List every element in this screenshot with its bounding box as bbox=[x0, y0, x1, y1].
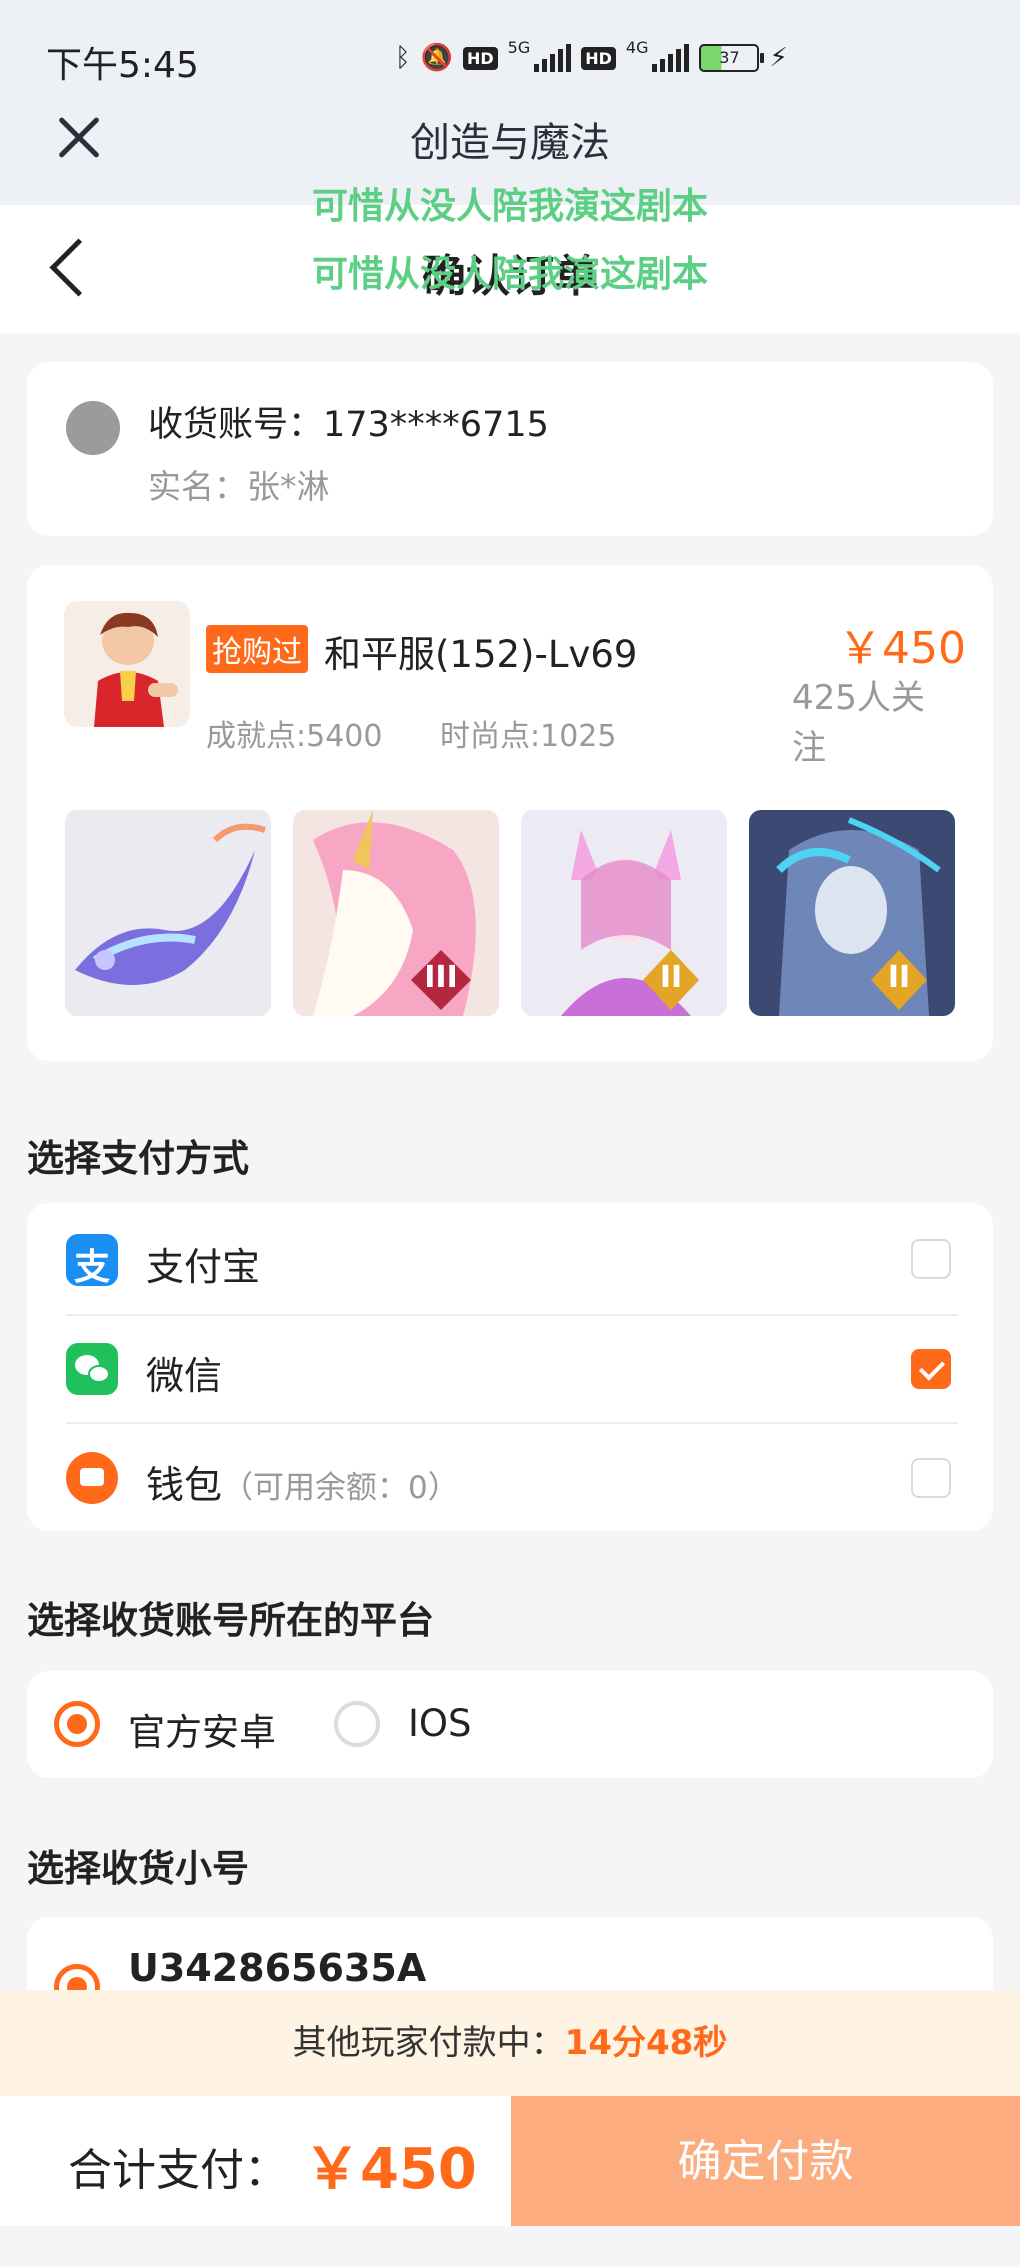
lyric-overlay-line: 可惜从没人陪我演这剧本 bbox=[311, 254, 708, 295]
platform-section-title: 选择收货账号所在的平台 bbox=[27, 1599, 434, 1642]
network-4g-label: 4G bbox=[625, 38, 649, 57]
app-header-background bbox=[0, 0, 1020, 205]
wallet-balance: （可用余额：0） bbox=[222, 1470, 459, 1506]
fashion-points: 时尚点:1025 bbox=[440, 719, 617, 754]
pet-thumbnail-dragon[interactable] bbox=[65, 810, 271, 1016]
charging-icon: ⚡ bbox=[769, 43, 788, 73]
wallet-label: 钱包 bbox=[146, 1463, 223, 1507]
signal-icon bbox=[534, 44, 572, 72]
wallet-checkbox[interactable] bbox=[911, 1458, 951, 1498]
confirm-payment-button[interactable]: 确定付款 bbox=[511, 2096, 1020, 2226]
wallet-icon bbox=[66, 1452, 118, 1504]
payment-section-title: 选择支付方式 bbox=[27, 1137, 249, 1180]
bluetooth-icon: ᛒ bbox=[395, 43, 411, 73]
pet-thumbnail-unicorn[interactable]: III bbox=[293, 810, 499, 1016]
total-label: 合计支付： bbox=[68, 2145, 288, 2196]
account-card bbox=[27, 362, 993, 536]
receive-account: 收货账号：173****6715 bbox=[148, 405, 549, 445]
character-thumbnail-dragon-knight[interactable]: II bbox=[749, 810, 955, 1016]
lyric-overlay-line: 可惜从没人陪我演这剧本 bbox=[311, 186, 708, 227]
status-time: 下午5:45 bbox=[46, 45, 199, 86]
app-title: 创造与魔法 bbox=[410, 120, 610, 166]
real-name: 实名：张*淋 bbox=[148, 467, 330, 506]
battery-icon: 37 bbox=[699, 44, 765, 72]
character-thumbnail-fox[interactable]: II bbox=[521, 810, 727, 1016]
alipay-icon: 支 bbox=[66, 1234, 118, 1288]
bell-muted-icon: 🔕 bbox=[420, 43, 453, 73]
account-avatar-dot bbox=[66, 401, 120, 455]
wechat-icon bbox=[66, 1343, 118, 1395]
achievement-points: 成就点:5400 bbox=[206, 719, 383, 754]
payment-label-wallet[interactable]: 钱包（可用余额：0） bbox=[146, 1454, 459, 1509]
bottom-safe-area bbox=[0, 2226, 1020, 2267]
payment-label-alipay[interactable]: 支付宝 bbox=[146, 1236, 260, 1291]
network-5g-label: 5G bbox=[507, 38, 531, 57]
status-icons: ᛒ 🔕 HD 5G HD 4G 37 ⚡ bbox=[395, 38, 788, 78]
rank-label: II bbox=[659, 960, 683, 995]
divider bbox=[66, 1422, 958, 1424]
platform-option-android[interactable]: 官方安卓 bbox=[128, 1702, 276, 1756]
alipay-checkbox[interactable] bbox=[911, 1239, 951, 1279]
countdown-time: 14分48秒 bbox=[564, 2023, 728, 2063]
character-avatar bbox=[64, 601, 190, 727]
hd-icon: HD bbox=[462, 46, 498, 70]
product-price: ￥450 bbox=[838, 623, 966, 674]
countdown-prefix: 其他玩家付款中： bbox=[292, 2023, 565, 2063]
flash-sale-badge: 抢购过 bbox=[206, 625, 308, 673]
platform-option-ios[interactable]: IOS bbox=[408, 1702, 472, 1745]
sub-account-section-title: 选择收货小号 bbox=[27, 1847, 249, 1890]
payment-countdown-banner: 其他玩家付款中：14分48秒 bbox=[0, 1990, 1020, 2096]
hd-icon: HD bbox=[581, 46, 616, 70]
product-name: 和平服(152)-Lv69 bbox=[324, 633, 638, 676]
wechat-checkbox-checked[interactable] bbox=[911, 1349, 951, 1389]
payment-label-wechat[interactable]: 微信 bbox=[146, 1345, 222, 1400]
divider bbox=[66, 1314, 958, 1316]
ios-radio[interactable] bbox=[334, 1701, 380, 1747]
sub-account-name: U342865635A bbox=[128, 1946, 427, 1990]
signal-icon bbox=[652, 44, 690, 72]
android-radio-selected[interactable] bbox=[54, 1701, 100, 1747]
rank-label: III bbox=[424, 960, 458, 995]
follower-count: 425人关注 bbox=[792, 678, 925, 768]
total-amount: ￥450 bbox=[304, 2137, 477, 2202]
rank-label: II bbox=[887, 960, 911, 995]
